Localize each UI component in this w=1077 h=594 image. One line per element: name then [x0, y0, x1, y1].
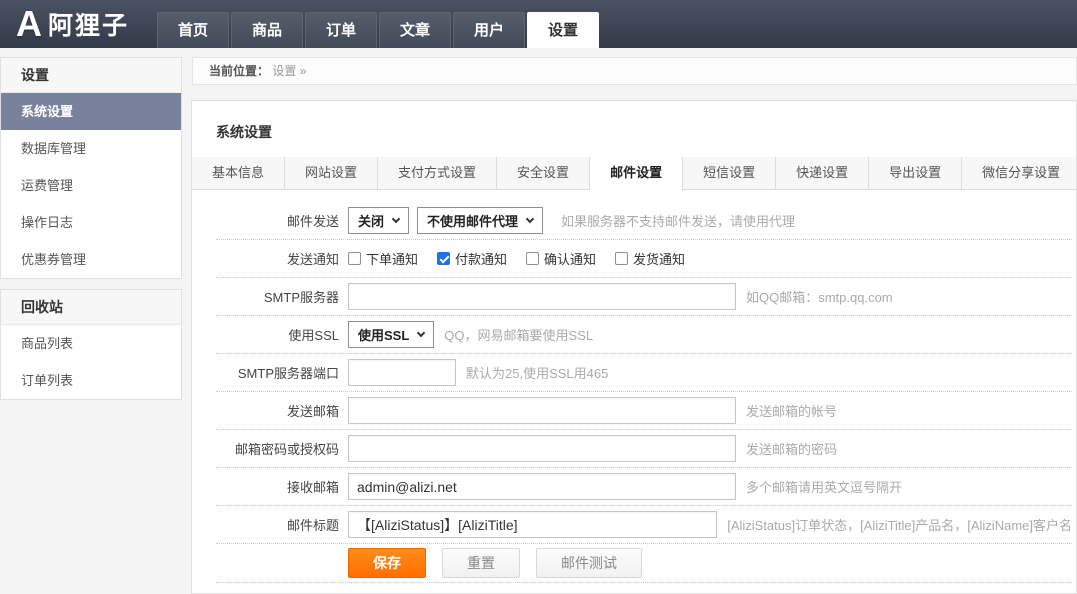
field-hint: 发送邮箱的密码: [746, 439, 837, 458]
logo-icon: A: [16, 0, 42, 48]
chevron-down-icon: [526, 215, 534, 223]
field-hint: 如果服务器不支持邮件发送，请使用代理: [561, 211, 795, 230]
nav-tab-users[interactable]: 用户: [453, 12, 525, 48]
field-label: 邮箱密码或授权码: [216, 439, 339, 458]
checkbox-icon[interactable]: [437, 252, 450, 265]
receive-email-input[interactable]: [348, 473, 736, 500]
settings-tabstrip: 基本信息 网站设置 支付方式设置 安全设置 邮件设置 短信设置 快递设置 导出设…: [192, 157, 1076, 190]
field-label: 接收邮箱: [216, 477, 339, 496]
form-row-ssl: 使用SSL 使用SSL QQ，网易邮箱要使用SSL: [216, 316, 1072, 354]
tab-security-settings[interactable]: 安全设置: [497, 157, 590, 189]
breadcrumb-label: 当前位置：: [209, 64, 269, 78]
sidebar-header-recycle: 回收站: [1, 290, 181, 325]
email-settings-form: 邮件发送 关闭 不使用邮件代理 如果服务器不支持邮件发送，请使用代理 发送通知 …: [216, 202, 1072, 583]
tab-express-settings[interactable]: 快递设置: [776, 157, 869, 189]
field-hint: 多个邮箱请用英文逗号隔开: [746, 477, 902, 496]
form-row-email-send: 邮件发送 关闭 不使用邮件代理 如果服务器不支持邮件发送，请使用代理: [216, 202, 1072, 240]
smtp-port-input[interactable]: [348, 359, 456, 386]
nav-tab-home[interactable]: 首页: [157, 12, 229, 48]
checkbox-confirm-notice[interactable]: 确认通知: [526, 249, 596, 268]
main-nav: 首页 商品 订单 文章 用户 设置: [157, 12, 601, 48]
checkbox-icon[interactable]: [526, 252, 539, 265]
select-value: 关闭: [358, 211, 384, 230]
nav-tab-products[interactable]: 商品: [231, 12, 303, 48]
sidebar-item-operation-logs[interactable]: 操作日志: [1, 204, 181, 241]
form-row-notifications: 发送通知 下单通知 付款通知 确认通知 发货通知: [216, 240, 1072, 278]
tab-sms-settings[interactable]: 短信设置: [683, 157, 776, 189]
ssl-select[interactable]: 使用SSL: [348, 321, 434, 348]
checkbox-ship-notice[interactable]: 发货通知: [615, 249, 685, 268]
tab-export-settings[interactable]: 导出设置: [869, 157, 962, 189]
logo[interactable]: A 阿狸子: [16, 0, 129, 48]
tab-email-settings[interactable]: 邮件设置: [590, 157, 683, 191]
smtp-server-input[interactable]: [348, 283, 736, 310]
form-row-buttons: 保存 重置 邮件测试: [216, 544, 1072, 583]
sidebar-header-settings: 设置: [1, 58, 181, 93]
tab-basic-info[interactable]: 基本信息: [192, 157, 285, 189]
field-hint: QQ，网易邮箱要使用SSL: [444, 325, 593, 344]
sidebar-group-recycle: 回收站 商品列表 订单列表: [0, 289, 182, 400]
nav-tab-settings[interactable]: 设置: [527, 12, 599, 48]
chevron-down-icon: [392, 215, 400, 223]
sidebar-item-shipping[interactable]: 运费管理: [1, 167, 181, 204]
chevron-down-icon: [417, 329, 425, 337]
tab-site-settings[interactable]: 网站设置: [285, 157, 378, 189]
field-label: SMTP服务器: [216, 287, 339, 306]
checkbox-payment-notice[interactable]: 付款通知: [437, 249, 507, 268]
sidebar-item-coupons[interactable]: 优惠券管理: [1, 241, 181, 278]
field-hint: 如QQ邮箱：smtp.qq.com: [746, 287, 893, 306]
reset-button[interactable]: 重置: [442, 548, 520, 578]
main-panel: 系统设置 基本信息 网站设置 支付方式设置 安全设置 邮件设置 短信设置 快递设…: [191, 100, 1077, 594]
nav-tab-articles[interactable]: 文章: [379, 12, 451, 48]
form-row-email-title: 邮件标题 [AliziStatus]订单状态，[AliziTitle]产品名，[…: [216, 506, 1072, 544]
checkbox-label: 下单通知: [366, 249, 418, 268]
checkbox-order-notice[interactable]: 下单通知: [348, 249, 418, 268]
checkbox-icon[interactable]: [348, 252, 361, 265]
sidebar-group-settings: 设置 系统设置 数据库管理 运费管理 操作日志 优惠券管理: [0, 57, 182, 279]
tab-wechat-share-settings[interactable]: 微信分享设置: [962, 157, 1077, 189]
field-label: SMTP服务器端口: [216, 363, 339, 382]
form-row-smtp-server: SMTP服务器 如QQ邮箱：smtp.qq.com: [216, 278, 1072, 316]
email-test-button[interactable]: 邮件测试: [536, 548, 642, 578]
select-value: 不使用邮件代理: [427, 211, 518, 230]
sidebar-item-system-settings[interactable]: 系统设置: [1, 93, 181, 130]
field-hint: 发送邮箱的帐号: [746, 401, 837, 420]
email-proxy-select[interactable]: 不使用邮件代理: [417, 207, 543, 234]
form-row-smtp-port: SMTP服务器端口 默认为25,使用SSL用465: [216, 354, 1072, 392]
field-hint: [AliziStatus]订单状态，[AliziTitle]产品名，[Alizi…: [727, 515, 1072, 534]
checkbox-label: 发货通知: [633, 249, 685, 268]
field-label: 邮件发送: [216, 211, 339, 230]
checkbox-label: 确认通知: [544, 249, 596, 268]
select-value: 使用SSL: [358, 325, 409, 344]
save-button[interactable]: 保存: [348, 548, 426, 578]
sidebar-item-database[interactable]: 数据库管理: [1, 130, 181, 167]
checkbox-label: 付款通知: [455, 249, 507, 268]
field-label: 邮件标题: [216, 515, 339, 534]
sidebar-item-order-list[interactable]: 订单列表: [1, 362, 181, 399]
sidebar-item-product-list[interactable]: 商品列表: [1, 325, 181, 362]
email-title-input[interactable]: [348, 511, 717, 538]
page-title: 系统设置: [192, 101, 1076, 157]
field-label: 发送邮箱: [216, 401, 339, 420]
field-label: 发送通知: [216, 249, 339, 268]
form-row-email-password: 邮箱密码或授权码 发送邮箱的密码: [216, 430, 1072, 468]
logo-text: 阿狸子: [48, 6, 129, 42]
breadcrumb: 当前位置： 设置 »: [192, 57, 1077, 85]
sidebar: 设置 系统设置 数据库管理 运费管理 操作日志 优惠券管理 回收站 商品列表 订…: [0, 57, 182, 410]
field-label: 使用SSL: [216, 325, 339, 344]
email-password-input[interactable]: [348, 435, 736, 462]
field-hint: 默认为25,使用SSL用465: [466, 363, 608, 382]
form-row-send-email: 发送邮箱 发送邮箱的帐号: [216, 392, 1072, 430]
form-row-receive-email: 接收邮箱 多个邮箱请用英文逗号隔开: [216, 468, 1072, 506]
tab-payment-settings[interactable]: 支付方式设置: [378, 157, 497, 189]
breadcrumb-current[interactable]: 设置 »: [272, 64, 306, 78]
send-email-input[interactable]: [348, 397, 736, 424]
top-bar: A 阿狸子 首页 商品 订单 文章 用户 设置: [0, 0, 1077, 48]
nav-tab-orders[interactable]: 订单: [305, 12, 377, 48]
email-send-select[interactable]: 关闭: [348, 207, 409, 234]
checkbox-icon[interactable]: [615, 252, 628, 265]
